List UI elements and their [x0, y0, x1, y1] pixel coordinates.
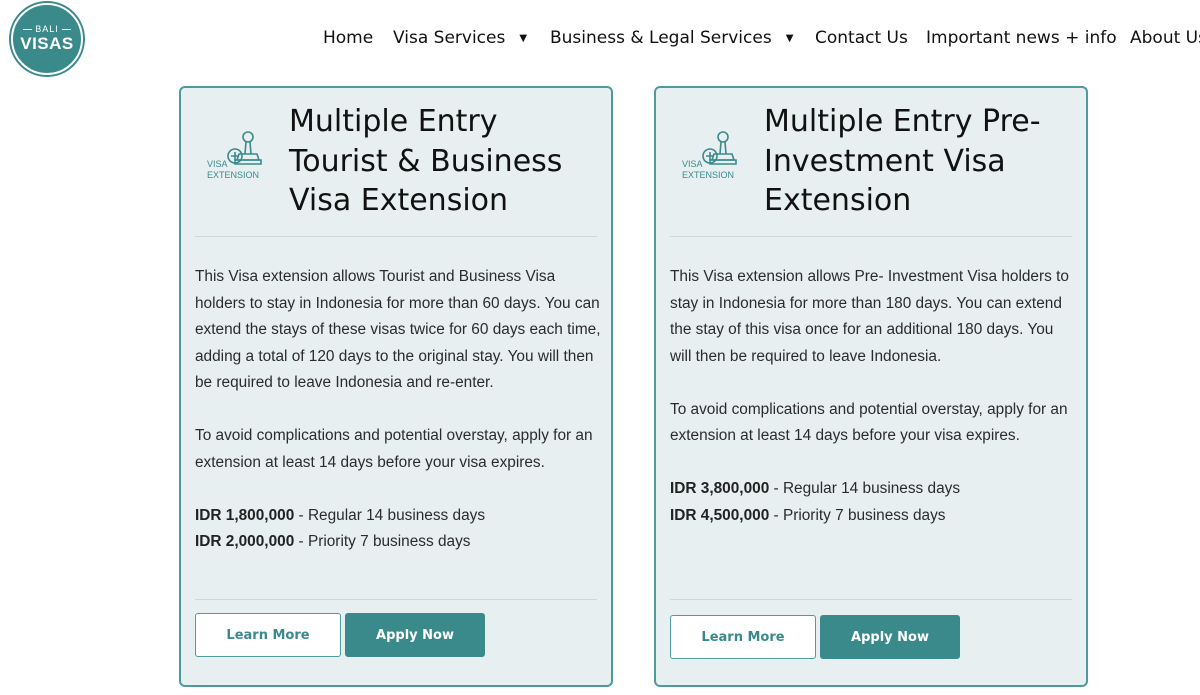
nav-business-legal-label: Business & Legal Services: [550, 28, 772, 48]
card-title: Multiple Entry Pre-Investment Visa Exten…: [764, 104, 1041, 218]
logo-small-text: BALI: [13, 24, 81, 34]
visa-extension-stamp-icon: VISA EXTENSION: [682, 131, 737, 180]
nav-home-label: Home: [323, 28, 374, 48]
price-amount: IDR 1,800,000: [195, 506, 295, 524]
service-card-tourist-business: VISA EXTENSION Multiple Entry Tourist & …: [179, 86, 613, 687]
icon-extension-text: EXTENSION: [682, 170, 734, 180]
card-description: This Visa extension allows Tourist and B…: [195, 268, 601, 391]
nav-visa-services[interactable]: Visa Services ▼: [393, 28, 527, 48]
card-title: Multiple Entry Tourist & Business Visa E…: [289, 104, 563, 218]
learn-more-button[interactable]: Learn More: [670, 615, 816, 659]
card-advice: To avoid complications and potential ove…: [195, 427, 593, 471]
nav-visa-services-label: Visa Services: [393, 28, 506, 48]
card-body: This Visa extension allows Tourist and B…: [195, 264, 601, 556]
chevron-down-icon: ▼: [785, 33, 794, 44]
card-description: This Visa extension allows Pre- Investme…: [670, 268, 1069, 365]
price-amount: IDR 2,000,000: [195, 533, 295, 550]
learn-more-button[interactable]: Learn More: [195, 613, 341, 657]
nav-important-news[interactable]: Important news + info: [926, 28, 1117, 48]
divider: [195, 599, 597, 600]
card-advice: To avoid complications and potential ove…: [670, 400, 1068, 445]
price-regular: IDR 1,800,000 - Regular 14 business days: [195, 503, 601, 530]
price-description: - Priority 7 business days: [294, 533, 471, 550]
nav-home[interactable]: Home: [323, 28, 373, 48]
apply-now-button[interactable]: Apply Now: [820, 615, 960, 659]
price-description: - Priority 7 business days: [769, 506, 946, 524]
chevron-down-icon: ▼: [519, 33, 528, 44]
divider: [195, 236, 597, 237]
nav-about-us[interactable]: About Us: [1130, 28, 1200, 48]
apply-now-button[interactable]: Apply Now: [345, 613, 485, 657]
price-regular: IDR 3,800,000 - Regular 14 business days: [670, 476, 1076, 503]
logo-big-text: VISAS: [20, 34, 74, 53]
icon-visa-text: VISA: [207, 159, 228, 169]
nav-contact-us-label: Contact Us: [815, 28, 908, 48]
icon-visa-text: VISA: [682, 159, 703, 169]
price-description: - Regular 14 business days: [769, 480, 961, 497]
service-card-pre-investment: VISA EXTENSION Multiple Entry Pre-Invest…: [654, 86, 1088, 687]
price-priority: IDR 4,500,000 - Priority 7 business days: [670, 503, 1076, 530]
site-logo[interactable]: BALI VISAS: [11, 3, 83, 75]
icon-extension-text: EXTENSION: [207, 170, 259, 180]
price-priority: IDR 2,000,000 - Priority 7 business days: [195, 529, 601, 556]
price-amount: IDR 3,800,000: [670, 480, 770, 497]
nav-about-us-label: About Us: [1130, 28, 1200, 48]
nav-contact-us[interactable]: Contact Us: [815, 28, 908, 48]
price-description: - Regular 14 business days: [294, 506, 486, 524]
visa-extension-stamp-icon: VISA EXTENSION: [207, 131, 262, 180]
nav-business-legal-services[interactable]: Business & Legal Services ▼: [550, 28, 793, 48]
divider: [670, 599, 1072, 600]
nav-important-news-label: Important news + info: [926, 28, 1117, 48]
price-amount: IDR 4,500,000: [670, 506, 770, 524]
divider: [670, 236, 1072, 237]
card-body: This Visa extension allows Pre- Investme…: [670, 264, 1076, 529]
